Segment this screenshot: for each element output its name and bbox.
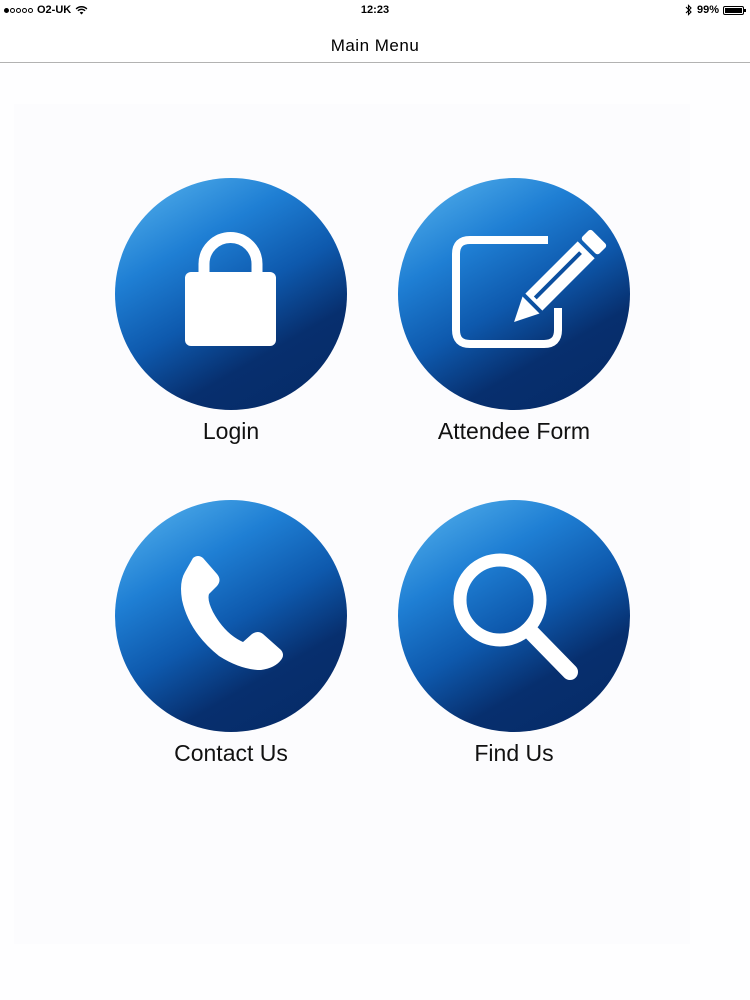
status-right: 99% (685, 4, 746, 16)
find-us-label: Find Us (474, 740, 554, 766)
find-us-tile-circle[interactable] (398, 500, 630, 732)
lock-icon (185, 232, 276, 346)
attendee-form-label: Attendee Form (437, 418, 591, 444)
attendee-form-button[interactable]: Attendee Form (398, 178, 630, 445)
find-us-button[interactable]: Find Us (398, 500, 630, 767)
bluetooth-icon (685, 4, 692, 16)
battery-percent: 99% (696, 4, 719, 16)
login-tile-circle[interactable] (115, 178, 347, 410)
page-title: Main Menu (330, 36, 420, 55)
contact-us-tile-circle[interactable] (115, 500, 347, 732)
contact-us-label: Contact Us (174, 740, 288, 766)
battery-icon (723, 5, 746, 15)
attendee-form-tile-circle[interactable] (398, 178, 630, 410)
clock: 12:23 (360, 4, 390, 16)
login-button[interactable]: Login (115, 178, 347, 445)
phone-icon (181, 556, 283, 670)
magnifier-icon (453, 553, 578, 680)
contact-us-button[interactable]: Contact Us (115, 500, 347, 767)
navigation-bar: Main Menu (0, 22, 750, 63)
main-content: Login Attendee Form Contact Us Find Us (0, 64, 750, 1000)
login-label: Login (202, 418, 260, 444)
status-bar: O2-UK 12:23 99% (0, 0, 750, 22)
edit-pencil-icon (452, 229, 607, 348)
